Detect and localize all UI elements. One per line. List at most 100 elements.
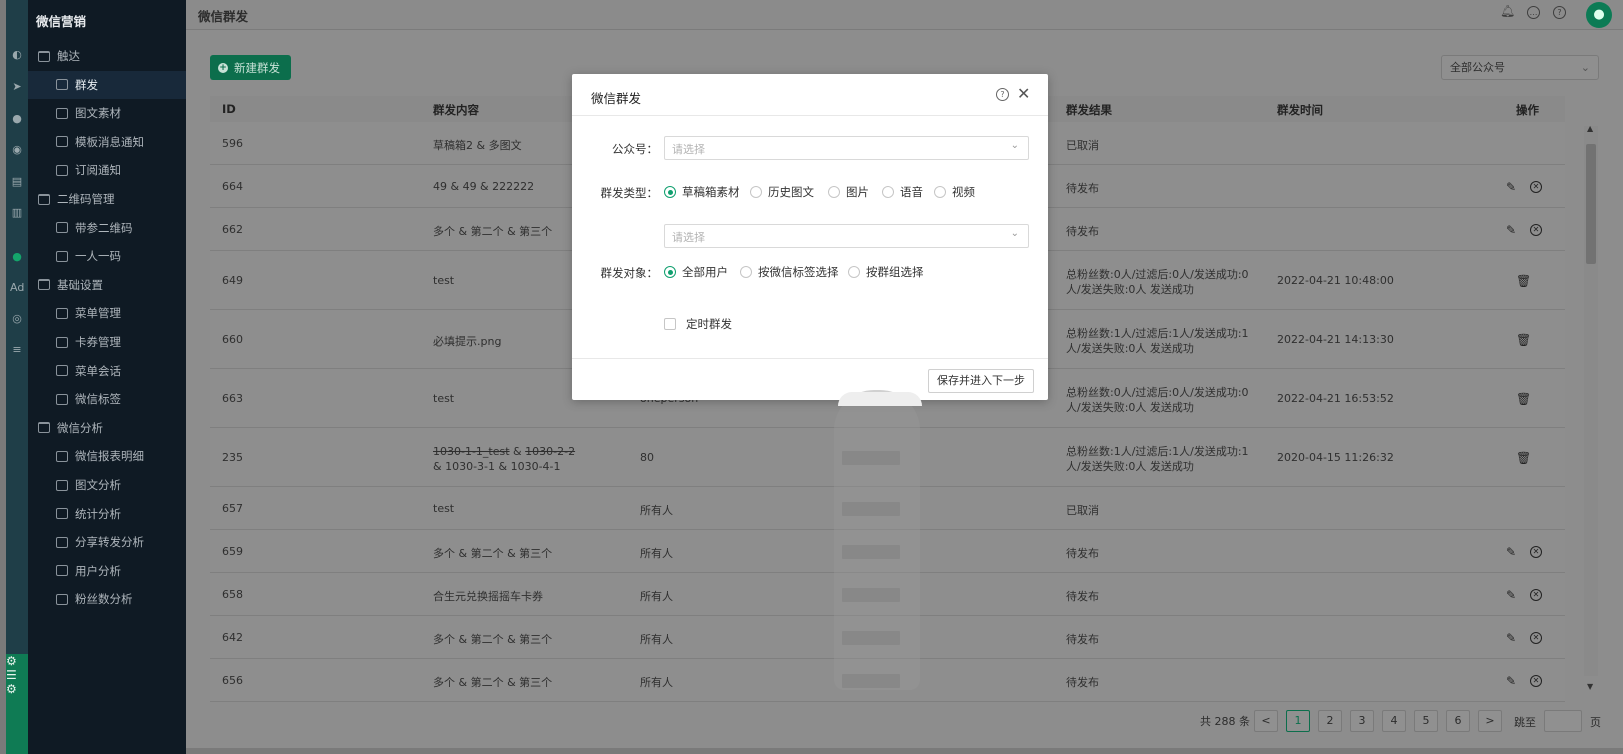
bell-icon[interactable]: 🔔︎ xyxy=(1500,5,1515,19)
type-radio-0[interactable]: 草稿箱素材 xyxy=(664,184,740,200)
sidebar-item-15[interactable]: 图文分析 xyxy=(28,471,186,499)
edit-icon[interactable]: ✎ xyxy=(1506,181,1518,193)
sidebar-item-4[interactable]: 订阅通知 xyxy=(28,156,186,184)
radio-dot[interactable] xyxy=(740,266,752,278)
bar-chart-icon[interactable]: ▥ xyxy=(10,206,24,220)
template-icon xyxy=(56,136,68,148)
sidebar-item-3[interactable]: 模板消息通知 xyxy=(28,128,186,156)
col-actions: 操作 xyxy=(1516,103,1539,117)
edit-icon[interactable]: ✎ xyxy=(1506,589,1518,601)
sidebar-item-12[interactable]: 微信标签 xyxy=(28,385,186,413)
layers-icon[interactable]: ≡ xyxy=(10,343,24,357)
scroll-thumb[interactable] xyxy=(1586,144,1596,264)
sidebar-item-0[interactable]: 触达 xyxy=(28,42,186,70)
wechat-active-icon[interactable]: ● xyxy=(10,250,24,264)
radio-dot[interactable] xyxy=(664,266,676,278)
gear-icon[interactable]: ⚙ xyxy=(6,682,17,696)
delete-icon[interactable]: 🗑︎ xyxy=(1516,452,1531,464)
target-radio-0[interactable]: 全部用户 xyxy=(664,264,728,280)
sidebar-item-14[interactable]: 微信报表明细 xyxy=(28,442,186,470)
avatar[interactable]: ● xyxy=(1586,2,1612,28)
users-icon[interactable]: ◉ xyxy=(10,143,24,157)
sidebar-item-10[interactable]: 卡券管理 xyxy=(28,328,186,356)
user-icon[interactable]: ● xyxy=(10,112,24,126)
type-radio-3[interactable]: 语音 xyxy=(882,184,923,200)
question-icon[interactable]: ? xyxy=(996,88,1009,101)
account-filter-select[interactable]: 全部公众号 ⌄ xyxy=(1441,55,1599,80)
content-strike: 1030-1-1_test xyxy=(433,444,510,458)
broadcast-modal: 微信群发 ? ✕ 公众号： 请选择 ⌄ 群发类型： 草稿箱素材 历史图文 图片 语音 视… xyxy=(572,74,1048,400)
delete-icon[interactable]: 🗑︎ xyxy=(1516,393,1531,405)
target-radio-1[interactable]: 按微信标签选择 xyxy=(740,264,839,280)
radio-dot[interactable] xyxy=(934,186,946,198)
pagination-page-6[interactable]: 6 xyxy=(1446,710,1470,732)
pagination-next[interactable]: > xyxy=(1478,710,1502,732)
radio-dot[interactable] xyxy=(828,186,840,198)
send-icon[interactable]: ➤ xyxy=(10,80,24,94)
list-icon[interactable]: ☰ xyxy=(6,668,17,682)
scroll-down-icon[interactable]: ▼ xyxy=(1587,682,1593,691)
sidebar-item-19[interactable]: 粉丝数分析 xyxy=(28,585,186,613)
radio-dot[interactable] xyxy=(882,186,894,198)
sidebar-item-label: 基础设置 xyxy=(57,277,103,292)
edit-icon[interactable]: ✎ xyxy=(1506,546,1518,558)
sidebar-item-6[interactable]: 带参二维码 xyxy=(28,214,186,242)
pagination-page-3[interactable]: 3 xyxy=(1350,710,1374,732)
material-select[interactable]: 请选择 ⌄ xyxy=(664,224,1029,248)
edit-icon[interactable]: ✎ xyxy=(1506,632,1518,644)
radio-dot[interactable] xyxy=(664,186,676,198)
book-icon[interactable]: ▤ xyxy=(10,175,24,189)
type-radio-label: 语音 xyxy=(900,185,923,199)
sidebar-item-11[interactable]: 菜单会话 xyxy=(28,357,186,385)
cancel-icon[interactable]: ✕ xyxy=(1530,180,1542,193)
pagination-page-4[interactable]: 4 xyxy=(1382,710,1406,732)
delete-icon[interactable]: 🗑︎ xyxy=(1516,275,1531,287)
sidebar-item-9[interactable]: 菜单管理 xyxy=(28,299,186,327)
sidebar-item-8[interactable]: 基础设置 xyxy=(28,271,186,299)
pagination-prev[interactable]: < xyxy=(1254,710,1278,732)
pagination-page-1[interactable]: 1 xyxy=(1286,710,1310,732)
help-icon[interactable]: ? xyxy=(1553,6,1566,19)
save-next-button[interactable]: 保存并进入下一步 xyxy=(928,369,1034,393)
target-radio-2[interactable]: 按群组选择 xyxy=(848,264,924,280)
checkbox-box[interactable] xyxy=(664,318,676,330)
target-radio-label: 按群组选择 xyxy=(866,265,924,279)
radio-dot[interactable] xyxy=(848,266,860,278)
sidebar-item-2[interactable]: 图文素材 xyxy=(28,99,186,127)
jump-input[interactable] xyxy=(1544,710,1582,732)
cancel-icon[interactable]: ✕ xyxy=(1530,674,1542,687)
col-id: ID xyxy=(222,102,236,116)
scroll-up-icon[interactable]: ▲ xyxy=(1587,124,1593,133)
delete-icon[interactable]: 🗑︎ xyxy=(1516,334,1531,346)
sidebar-item-1[interactable]: 群发 xyxy=(28,70,186,99)
sidebar-item-17[interactable]: 分享转发分析 xyxy=(28,528,186,556)
sidebar-item-5[interactable]: 二维码管理 xyxy=(28,185,186,213)
settings-gear-icon[interactable]: ⚙ xyxy=(6,654,17,668)
sidebar-item-18[interactable]: 用户分析 xyxy=(28,557,186,585)
ad-icon[interactable]: Ad xyxy=(10,281,24,295)
type-radio-2[interactable]: 图片 xyxy=(828,184,869,200)
schedule-checkbox[interactable]: 定时群发 xyxy=(664,316,732,332)
cancel-icon[interactable]: ✕ xyxy=(1530,631,1542,644)
close-icon[interactable]: ✕ xyxy=(1017,84,1030,103)
page-title: 微信群发 xyxy=(198,9,249,24)
edit-icon[interactable]: ✎ xyxy=(1506,675,1518,687)
new-broadcast-button[interactable]: + 新建群发 xyxy=(210,55,291,80)
type-radio-4[interactable]: 视频 xyxy=(934,184,975,200)
cancel-icon[interactable]: ✕ xyxy=(1530,588,1542,601)
sidebar-item-16[interactable]: 统计分析 xyxy=(28,500,186,528)
type-radio-1[interactable]: 历史图文 xyxy=(750,184,814,200)
table-scrollbar[interactable]: ▲ ▼ xyxy=(1584,124,1598,691)
pagination-page-2[interactable]: 2 xyxy=(1318,710,1342,732)
sidebar-item-7[interactable]: 一人一码 xyxy=(28,242,186,270)
wechat-icon[interactable]: ◐ xyxy=(10,48,24,62)
account-select[interactable]: 请选择 ⌄ xyxy=(664,136,1029,160)
edit-icon[interactable]: ✎ xyxy=(1506,224,1518,236)
cancel-icon[interactable]: ✕ xyxy=(1530,223,1542,236)
message-icon[interactable]: … xyxy=(1527,6,1540,19)
pagination-page-5[interactable]: 5 xyxy=(1414,710,1438,732)
cancel-icon[interactable]: ✕ xyxy=(1530,545,1542,558)
radio-dot[interactable] xyxy=(750,186,762,198)
target-icon[interactable]: ◎ xyxy=(10,312,24,326)
sidebar-item-13[interactable]: 微信分析 xyxy=(28,414,186,442)
